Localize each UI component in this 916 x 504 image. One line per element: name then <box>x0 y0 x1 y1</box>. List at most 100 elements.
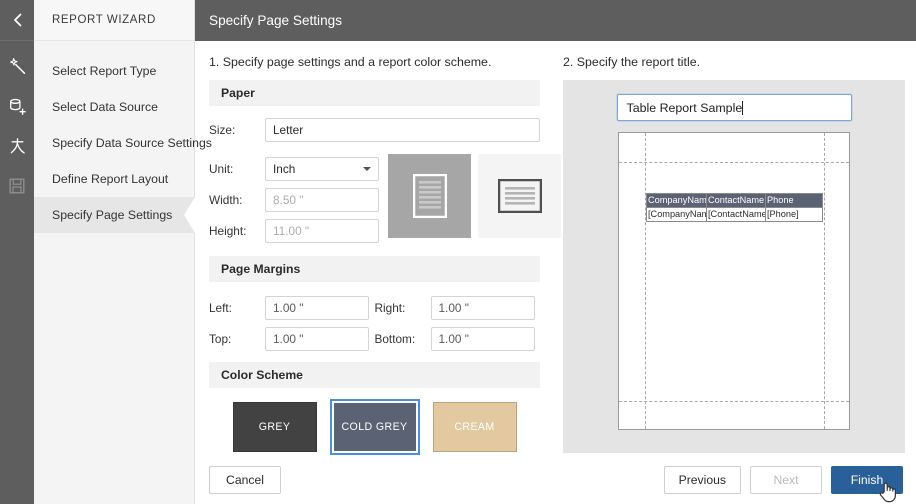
sidebar-item-label: Define Report Layout <box>52 172 169 186</box>
cancel-button[interactable]: Cancel <box>209 465 281 494</box>
rail-icon-list <box>5 41 29 198</box>
margin-bottom-row: Bottom: 1.00 " <box>375 323 541 354</box>
sidebar-item-label: Select Report Type <box>52 64 157 78</box>
text-glyph-icon[interactable] <box>5 134 29 158</box>
paper-size-select[interactable]: Letter <box>265 118 540 142</box>
paper-size-row: Size: Letter <box>209 115 540 145</box>
sidebar-item-label: Specify Data Source Settings <box>52 136 212 150</box>
sidebar-item-specify-page-settings[interactable]: Specify Page Settings <box>34 197 195 233</box>
sidebar-item-define-report-layout[interactable]: Define Report Layout <box>34 161 194 197</box>
paper-size-value: Letter <box>273 123 304 137</box>
paper-unit-label: Unit: <box>209 162 234 176</box>
paper-width-label: Width: <box>209 193 243 207</box>
margin-right-value: 1.00 " <box>438 300 469 315</box>
preview-data-cell: [ContactName] <box>706 207 766 222</box>
report-title-input[interactable]: Table Report Sample <box>616 94 852 121</box>
color-swatch-cream[interactable]: CREAM <box>432 402 517 452</box>
color-swatch-cold-grey[interactable]: COLD GREY <box>329 399 420 455</box>
preview-header-cell: ContactName <box>706 193 766 208</box>
icon-rail <box>0 0 34 504</box>
paper-size-label: Size: <box>209 123 236 137</box>
margin-guide-top <box>619 162 849 163</box>
preview-header-cell: CompanyName <box>646 193 707 208</box>
step-one-label: 1. Specify page settings and a report co… <box>209 55 492 69</box>
sidebar-item-select-data-source[interactable]: Select Data Source <box>34 89 194 125</box>
add-data-source-icon[interactable] <box>5 94 29 118</box>
paper-detail-grid: Unit: Inch Width: 8.50 " Height: 11.00 " <box>209 147 561 247</box>
preview-table-row: [CompanyName] [ContactName] [Phone] <box>646 207 823 222</box>
wizard-step-list: Select Report Type Select Data Source Sp… <box>34 41 212 233</box>
margin-top-input[interactable]: 1.00 " <box>265 326 369 351</box>
preview-data-cell: [Phone] <box>765 207 823 222</box>
paper-field-column: Unit: Inch Width: 8.50 " Height: 11.00 " <box>209 147 379 247</box>
margin-guide-right <box>824 133 825 429</box>
portrait-page-icon <box>412 174 447 218</box>
wizard-footer: Cancel Previous Next Finish <box>195 455 916 504</box>
paper-unit-row: Unit: Inch <box>209 154 379 184</box>
orientation-group <box>388 147 561 247</box>
margin-right-input[interactable]: 1.00 " <box>430 295 535 320</box>
page-margins-section-header: Page Margins <box>209 256 540 282</box>
paper-height-label: Height: <box>209 224 247 238</box>
wizard-nav: REPORT WIZARD Select Report Type Select … <box>34 0 212 504</box>
margin-left-row: Left: 1.00 " <box>209 292 375 323</box>
content-body: 1. Specify page settings and a report co… <box>195 41 916 455</box>
margin-left-label: Left: <box>209 300 232 315</box>
margin-bottom-label: Bottom: <box>374 331 416 346</box>
main-area: Specify Page Settings 1. Specify page se… <box>195 0 916 504</box>
paper-unit-value: Inch <box>273 162 296 176</box>
landscape-orientation-button[interactable] <box>478 154 561 238</box>
margin-top-row: Top: 1.00 " <box>209 323 375 354</box>
color-scheme-options: GREY COLD GREY CREAM <box>209 388 540 455</box>
margin-guide-bottom <box>619 401 849 402</box>
report-title-column: 2. Specify the report title. Table Repor… <box>552 41 916 455</box>
page-title: Specify Page Settings <box>195 0 916 41</box>
page-margins-grid: Left: 1.00 " Right: 1.00 " Top: 1.00 " B… <box>209 284 540 354</box>
paper-width-input[interactable]: 8.50 " <box>265 188 379 212</box>
margin-left-input[interactable]: 1.00 " <box>265 295 369 320</box>
margin-guide-left <box>645 133 646 429</box>
preview-table-header-row: CompanyName ContactName Phone <box>646 193 823 208</box>
margin-bottom-input[interactable]: 1.00 " <box>430 326 535 351</box>
margin-top-label: Top: <box>209 331 232 346</box>
page-preview-sheet: CompanyName ContactName Phone [CompanyNa… <box>618 132 850 430</box>
previous-button[interactable]: Previous <box>663 465 741 494</box>
save-icon[interactable] <box>5 174 29 198</box>
sidebar-item-select-report-type[interactable]: Select Report Type <box>34 53 194 89</box>
color-scheme-section-header: Color Scheme <box>209 362 540 388</box>
margin-top-value: 1.00 " <box>273 331 304 346</box>
paper-unit-select[interactable]: Inch <box>265 157 379 181</box>
color-swatch-label: GREY <box>258 421 291 433</box>
color-swatch-label: COLD GREY <box>341 421 408 433</box>
paper-width-value: 8.50 " <box>273 193 304 207</box>
landscape-page-icon <box>497 179 542 213</box>
paper-height-row: Height: 11.00 " <box>209 216 379 246</box>
sidebar-item-label: Specify Page Settings <box>52 208 173 222</box>
back-button[interactable] <box>0 0 34 41</box>
sidebar-item-specify-data-source-settings[interactable]: Specify Data Source Settings <box>34 125 212 161</box>
magic-wand-icon[interactable] <box>5 54 29 78</box>
margin-bottom-value: 1.00 " <box>438 331 469 346</box>
step-two-label: 2. Specify the report title. <box>563 55 701 69</box>
report-title-value: Table Report Sample <box>626 100 743 115</box>
paper-height-input[interactable]: 11.00 " <box>265 219 379 243</box>
margin-left-value: 1.00 " <box>273 300 304 315</box>
paper-section-header: Paper <box>209 80 540 106</box>
preview-data-cell: [CompanyName] <box>646 207 707 222</box>
report-preview-panel: Table Report Sample CompanyName ContactN… <box>563 80 905 453</box>
finish-button[interactable]: Finish <box>831 465 903 494</box>
next-button[interactable]: Next <box>750 465 822 494</box>
color-swatch-grey[interactable]: GREY <box>232 402 317 452</box>
margin-right-label: Right: <box>374 300 406 315</box>
chevron-left-icon <box>11 12 24 28</box>
preview-header-cell: Phone <box>765 193 823 208</box>
margin-right-row: Right: 1.00 " <box>375 292 541 323</box>
portrait-orientation-button[interactable] <box>388 154 471 238</box>
color-swatch-label: CREAM <box>454 421 495 433</box>
chevron-down-icon <box>363 167 371 171</box>
text-caret <box>742 100 744 115</box>
preview-table: CompanyName ContactName Phone [CompanyNa… <box>646 193 823 222</box>
wizard-nav-title: REPORT WIZARD <box>34 0 194 41</box>
paper-height-value: 11.00 " <box>273 224 310 238</box>
page-settings-column: 1. Specify page settings and a report co… <box>195 41 561 455</box>
